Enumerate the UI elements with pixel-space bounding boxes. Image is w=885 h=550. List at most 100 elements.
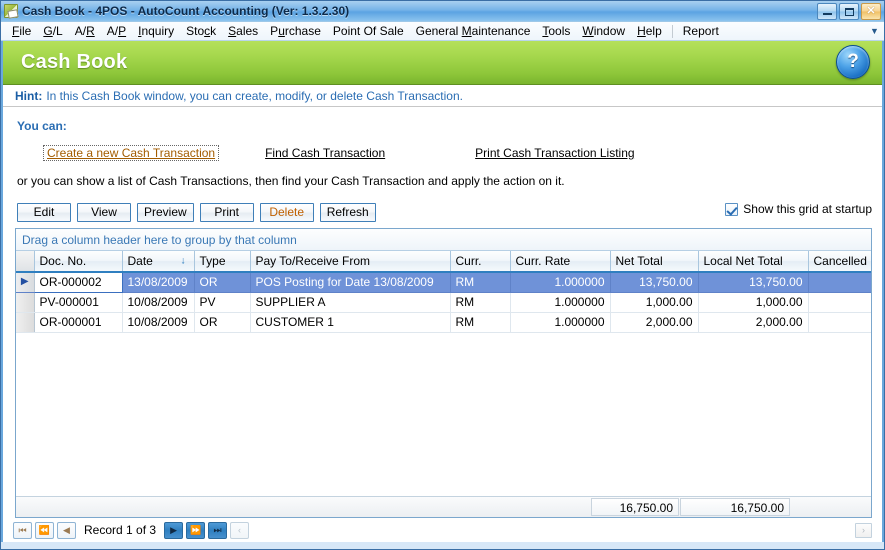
print-button[interactable]: Print — [199, 202, 254, 222]
link-create-new-cash-transaction[interactable]: Create a new Cash Transaction — [43, 145, 220, 161]
menu-item-report[interactable]: Report — [677, 23, 725, 39]
column-header-curr[interactable]: Curr. — [450, 251, 511, 273]
navigator-end-button[interactable]: ‹ — [230, 521, 250, 539]
cell-pay-to[interactable]: CUSTOMER 1 — [250, 312, 451, 333]
menu-item-general-maintenance[interactable]: General Maintenance — [410, 23, 537, 39]
menu-item-ap[interactable]: A/P — [101, 23, 132, 39]
cell-curr-rate[interactable]: 1.000000 — [510, 272, 611, 293]
chevron-down-icon[interactable]: ▼ — [867, 23, 882, 39]
action-links: Create a new Cash Transaction Find Cash … — [3, 145, 882, 161]
cell-curr-rate[interactable]: 1.000000 — [510, 292, 611, 313]
menu-item-ar[interactable]: A/R — [69, 23, 101, 39]
transactions-grid: Drag a column header here to group by th… — [15, 228, 872, 518]
menu-item-tools[interactable]: Tools — [536, 23, 576, 39]
next-page-button[interactable]: ⏩ — [186, 521, 206, 539]
checkmark-icon — [725, 202, 739, 216]
window-bottom-edge — [1, 542, 884, 549]
total-net-total: 16,750.00 — [591, 498, 679, 516]
menu-item-sales[interactable]: Sales — [222, 23, 264, 39]
window-title: Cash Book - 4POS - AutoCount Accounting … — [22, 4, 350, 18]
view-button[interactable]: View — [77, 202, 131, 222]
refresh-button[interactable]: Refresh — [319, 202, 376, 222]
column-header-cancelled[interactable]: Cancelled — [808, 251, 871, 273]
minimize-button[interactable] — [817, 2, 837, 20]
row-indicator-cell — [16, 292, 35, 313]
delete-button[interactable]: Delete — [259, 202, 314, 222]
link-find-cash-transaction[interactable]: Find Cash Transaction — [265, 146, 385, 160]
last-record-button[interactable]: ⏭ — [208, 521, 228, 539]
menu-item-help[interactable]: Help — [631, 23, 668, 39]
column-header-pay-to-receive-from[interactable]: Pay To/Receive From — [250, 251, 451, 273]
previous-page-button[interactable]: ⏪ — [35, 521, 54, 539]
column-header-local-net-total[interactable]: Local Net Total — [698, 251, 809, 273]
cell-cancelled[interactable] — [808, 312, 871, 333]
help-button[interactable]: ? — [836, 45, 870, 79]
cell-local-net-total[interactable]: 13,750.00 — [698, 272, 809, 293]
cell-curr[interactable]: RM — [450, 272, 511, 293]
application-window: Cash Book - 4POS - AutoCount Accounting … — [0, 0, 885, 550]
cell-pay-to[interactable]: POS Posting for Date 13/08/2009 — [250, 272, 451, 293]
cell-type[interactable]: PV — [194, 292, 251, 313]
row-indicator-cell — [16, 312, 35, 333]
cell-date[interactable]: 10/08/2009 — [122, 312, 195, 333]
cell-cancelled[interactable] — [808, 292, 871, 313]
column-header-date-label: Date — [127, 254, 153, 268]
menu-item-purchase[interactable]: Purchase — [264, 23, 327, 39]
cell-doc-no[interactable]: OR-000002 — [33, 271, 123, 293]
column-header-date[interactable]: Date ↓ — [122, 251, 195, 273]
maximize-button[interactable] — [839, 2, 859, 20]
record-navigator: ⏮ ⏪ ◀ Record 1 of 3 ▶ ⏩ ⏭ ‹ › — [3, 518, 882, 542]
previous-record-button[interactable]: ◀ — [57, 521, 76, 539]
column-header-type[interactable]: Type — [194, 251, 251, 273]
table-row[interactable]: ▶ OR-000002 13/08/2009 OR POS Posting fo… — [16, 271, 871, 293]
cell-net-total[interactable]: 2,000.00 — [610, 312, 699, 333]
column-header-curr-rate[interactable]: Curr. Rate — [510, 251, 611, 273]
table-row[interactable]: OR-000001 10/08/2009 OR CUSTOMER 1 RM 1.… — [16, 312, 871, 333]
row-indicator-cell: ▶ — [16, 272, 35, 293]
menu-item-stock[interactable]: Stock — [180, 23, 222, 39]
grid-table: Doc. No. Date ↓ Type Pay To/Receive From… — [16, 251, 871, 333]
menu-item-point-of-sale[interactable]: Point Of Sale — [327, 23, 410, 39]
grid-toolbar: Edit View Preview Print Delete Refresh S… — [3, 200, 882, 224]
row-pointer-icon: ▶ — [20, 276, 29, 288]
cell-type[interactable]: OR — [194, 312, 251, 333]
cell-local-net-total[interactable]: 1,000.00 — [698, 292, 809, 313]
close-button[interactable]: ✕ — [861, 2, 881, 20]
cell-date[interactable]: 10/08/2009 — [122, 292, 195, 313]
cell-curr[interactable]: RM — [450, 292, 511, 313]
group-by-panel[interactable]: Drag a column header here to group by th… — [16, 229, 871, 251]
next-record-button[interactable]: ▶ — [164, 521, 184, 539]
link-print-cash-transaction-listing[interactable]: Print Cash Transaction Listing — [475, 146, 634, 160]
cell-cancelled[interactable] — [808, 272, 871, 293]
cell-net-total[interactable]: 13,750.00 — [610, 272, 699, 293]
column-header-doc-no[interactable]: Doc. No. — [34, 251, 123, 273]
cell-curr-rate[interactable]: 1.000000 — [510, 312, 611, 333]
page-banner: Cash Book ? — [3, 41, 882, 85]
column-header-net-total[interactable]: Net Total — [610, 251, 699, 273]
menu-item-file[interactable]: File — [6, 23, 37, 39]
record-position-label: Record 1 of 3 — [84, 523, 157, 537]
table-row[interactable]: PV-000001 10/08/2009 PV SUPPLIER A RM 1.… — [16, 292, 871, 313]
hint-bar: Hint: In this Cash Book window, you can … — [3, 85, 882, 107]
cell-net-total[interactable]: 1,000.00 — [610, 292, 699, 313]
document-icon — [4, 4, 18, 18]
first-record-button[interactable]: ⏮ — [13, 521, 32, 539]
menu-item-gl[interactable]: G/L — [37, 23, 68, 39]
cell-doc-no[interactable]: PV-000001 — [34, 292, 123, 313]
close-icon: ✕ — [866, 4, 876, 17]
cell-doc-no[interactable]: OR-000001 — [34, 312, 123, 333]
cell-type[interactable]: OR — [194, 272, 251, 293]
show-grid-at-startup-checkbox[interactable]: Show this grid at startup — [725, 202, 872, 216]
cell-curr[interactable]: RM — [450, 312, 511, 333]
menu-item-window[interactable]: Window — [576, 23, 631, 39]
sort-descending-icon: ↓ — [180, 255, 186, 267]
preview-button[interactable]: Preview — [137, 202, 194, 222]
edit-button[interactable]: Edit — [17, 202, 71, 222]
menu-item-inquiry[interactable]: Inquiry — [132, 23, 180, 39]
cell-date[interactable]: 13/08/2009 — [122, 272, 195, 293]
horizontal-scroll-right-button[interactable]: › — [855, 522, 872, 538]
actions-heading: You can: — [17, 119, 67, 133]
cell-local-net-total[interactable]: 2,000.00 — [698, 312, 809, 333]
cell-pay-to[interactable]: SUPPLIER A — [250, 292, 451, 313]
actions-note: or you can show a list of Cash Transacti… — [17, 174, 565, 188]
